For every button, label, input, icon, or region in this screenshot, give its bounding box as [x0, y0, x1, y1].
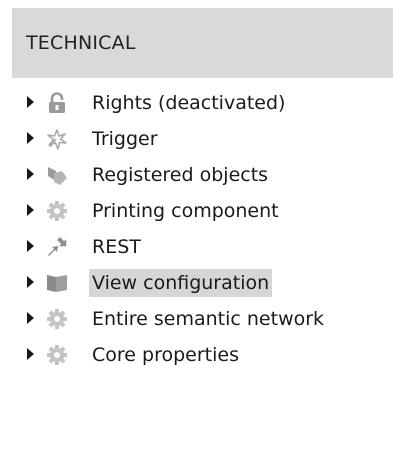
tree-item-label: Core properties [92, 344, 239, 366]
tree-item-printing-component[interactable]: Printing component [0, 193, 393, 229]
expand-arrow-icon[interactable] [27, 132, 34, 144]
tree-item-registered-objects[interactable]: Registered objects [0, 157, 393, 193]
expand-arrow-icon[interactable] [27, 168, 34, 180]
registered-objects-icon [45, 164, 69, 186]
tree-item-trigger[interactable]: Trigger [0, 121, 393, 157]
tree-item-label: Entire semantic network [92, 308, 325, 330]
tree-item-rest[interactable]: REST [0, 229, 393, 265]
expand-arrow-icon[interactable] [27, 312, 34, 324]
tree-item-core-properties[interactable]: Core properties [0, 337, 393, 373]
tree-item-label: Printing component [92, 200, 279, 222]
gear-icon [45, 200, 69, 222]
tree-item-label: Trigger [92, 128, 158, 150]
gear-icon [45, 308, 69, 330]
trigger-icon [45, 128, 69, 150]
tree-item-rights[interactable]: Rights (deactivated) [0, 85, 393, 121]
section-title: TECHNICAL [26, 32, 136, 54]
rest-arrows-icon [45, 236, 69, 258]
expand-arrow-icon[interactable] [27, 96, 34, 108]
folder-icon [45, 272, 69, 294]
tree-item-view-configuration[interactable]: View configuration [0, 265, 393, 301]
section-header: TECHNICAL [12, 8, 393, 78]
expand-arrow-icon[interactable] [27, 348, 34, 360]
tree-item-entire-semantic-network[interactable]: Entire semantic network [0, 301, 393, 337]
tree-item-label: Registered objects [92, 164, 269, 186]
padlock-icon [45, 92, 69, 114]
tree-item-label: REST [92, 236, 141, 258]
tree-item-label: Rights (deactivated) [92, 92, 286, 114]
gear-icon [45, 344, 69, 366]
tree-item-label: View configuration [89, 269, 273, 297]
expand-arrow-icon[interactable] [27, 276, 34, 288]
expand-arrow-icon[interactable] [27, 204, 34, 216]
expand-arrow-icon[interactable] [27, 240, 34, 252]
